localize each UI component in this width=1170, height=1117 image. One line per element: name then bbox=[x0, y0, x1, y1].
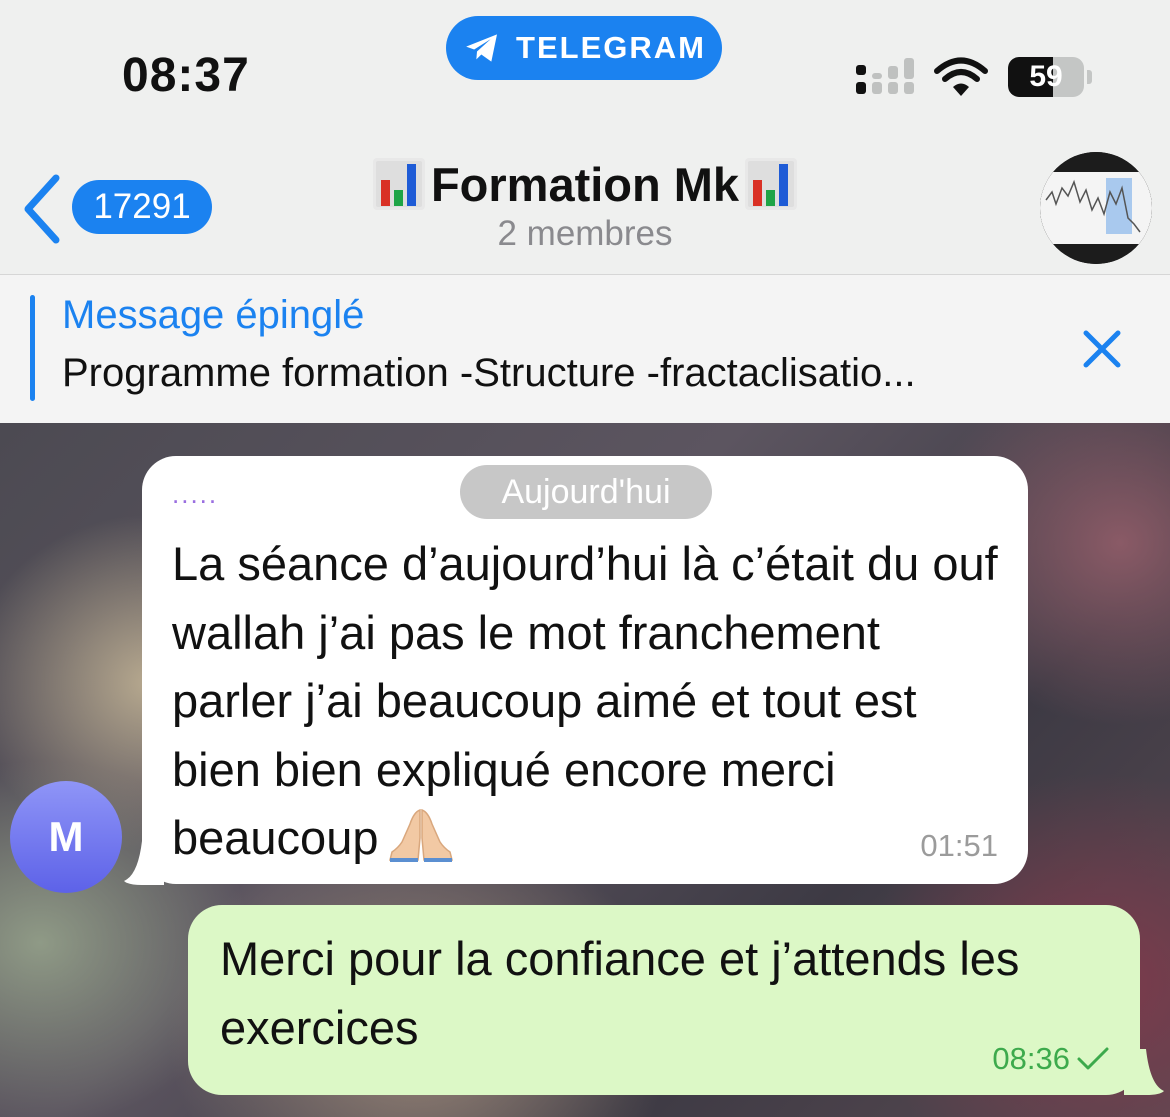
folded-hands-emoji-icon bbox=[389, 808, 454, 862]
outgoing-message-text: Merci pour la confiance et j’attends les… bbox=[220, 932, 1020, 1054]
chat-messages-area[interactable]: ..... La séance d’aujourd’hui là c’était… bbox=[0, 423, 1170, 1117]
outgoing-message-bubble[interactable]: Merci pour la confiance et j’attends les… bbox=[188, 905, 1140, 1095]
chat-title[interactable]: Formation Mk bbox=[355, 152, 815, 216]
battery-level: 59 bbox=[1029, 60, 1063, 93]
status-bar: 08:37 TELEGRAM 59 bbox=[0, 0, 1170, 130]
wifi-icon bbox=[934, 57, 988, 96]
back-chevron-icon[interactable] bbox=[22, 174, 62, 244]
chat-title-text: Formation Mk bbox=[430, 157, 740, 211]
return-to-telegram-pill[interactable]: TELEGRAM bbox=[446, 16, 722, 80]
incoming-message-text: La séance d’aujourd’hui là c’était du ou… bbox=[172, 530, 1002, 873]
pinned-message-bar[interactable]: Message épinglé Programme formation -Str… bbox=[0, 275, 1170, 423]
battery-indicator: 59 bbox=[1008, 57, 1084, 97]
member-count: 2 membres bbox=[497, 214, 673, 253]
incoming-message-bubble[interactable]: ..... La séance d’aujourd’hui là c’était… bbox=[142, 456, 1028, 884]
outgoing-message-meta: 08:36 bbox=[992, 1041, 1110, 1077]
outgoing-message-time: 08:36 bbox=[992, 1041, 1070, 1076]
app-pill-label: TELEGRAM bbox=[516, 30, 706, 65]
incoming-message-body: La séance d’aujourd’hui là c’était du ou… bbox=[172, 537, 998, 864]
chat-header: 17291 Formation Mk 2 membres bbox=[0, 130, 1170, 275]
bar-chart-emoji-icon bbox=[372, 158, 425, 210]
close-icon[interactable] bbox=[1080, 327, 1124, 371]
group-avatar-chart-image bbox=[1040, 152, 1152, 264]
pinned-text: Programme formation -Structure -fractacl… bbox=[62, 351, 916, 395]
bar-chart-emoji-icon bbox=[745, 158, 798, 210]
pinned-accent-line bbox=[30, 295, 35, 401]
telegram-chat-screen: 08:37 TELEGRAM 59 17291 Formation Mk 2 m… bbox=[0, 0, 1170, 1117]
telegram-icon bbox=[466, 34, 498, 62]
back-unread-count-badge[interactable]: 17291 bbox=[72, 180, 212, 234]
single-check-icon bbox=[1077, 1047, 1109, 1070]
incoming-message-time: 01:51 bbox=[920, 828, 998, 863]
sender-name-placeholder: ..... bbox=[172, 479, 219, 509]
pinned-label: Message épinglé bbox=[62, 293, 365, 337]
cellular-signal-icon bbox=[856, 58, 914, 94]
sender-avatar[interactable]: M bbox=[10, 781, 122, 893]
clock: 08:37 bbox=[122, 49, 250, 102]
battery-tip bbox=[1087, 70, 1092, 84]
group-avatar[interactable] bbox=[1040, 152, 1152, 264]
date-separator-chip: Aujourd'hui bbox=[460, 465, 712, 519]
